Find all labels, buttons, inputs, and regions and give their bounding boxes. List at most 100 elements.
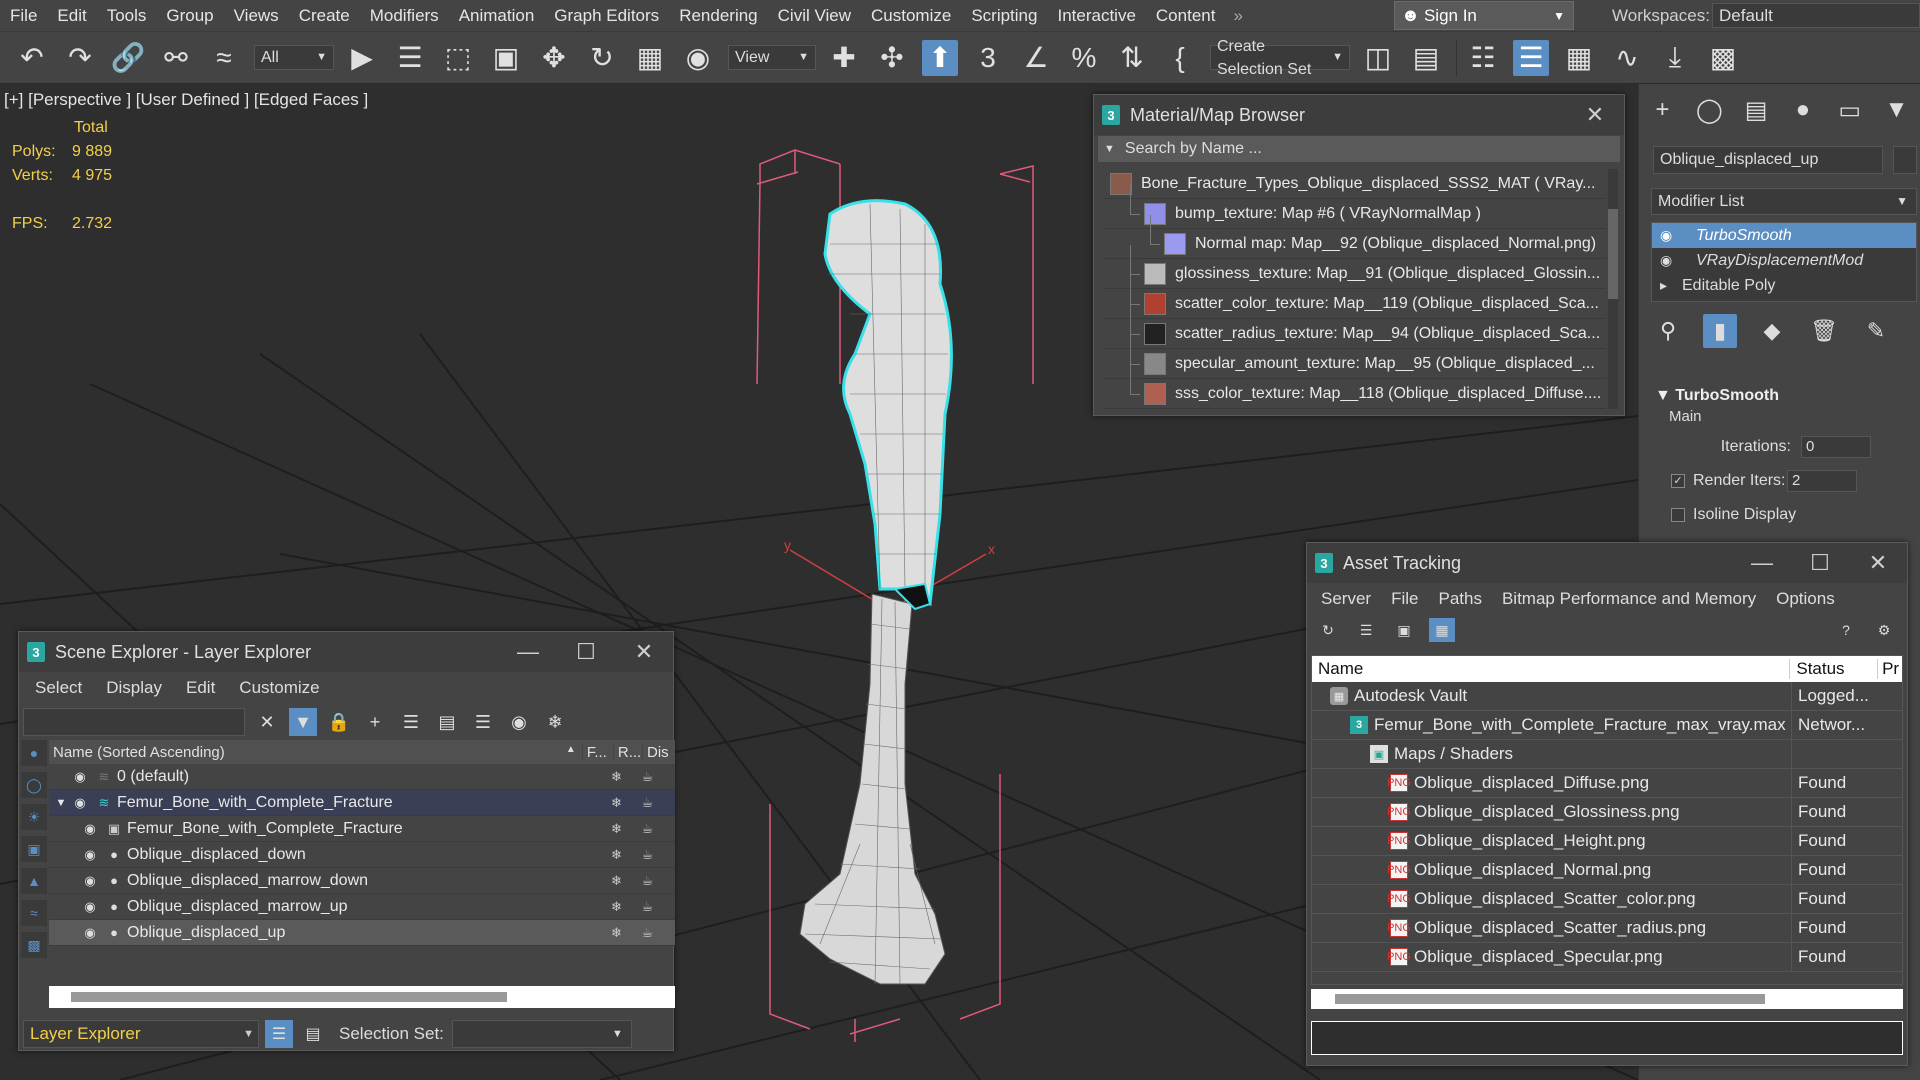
display-helpers-icon[interactable]: ▲ (21, 868, 47, 894)
angle-snap-icon[interactable]: ∠ (1018, 40, 1054, 76)
menu-group[interactable]: Group (156, 0, 223, 31)
align-icon[interactable]: ▤ (1408, 40, 1444, 76)
freeze-icon[interactable]: ❄ (601, 795, 632, 811)
mirror-icon[interactable]: ◫ (1360, 40, 1396, 76)
table-view-icon[interactable]: ▦ (1429, 618, 1455, 642)
redo-icon[interactable]: ↷ (62, 40, 98, 76)
asset-hscrollbar[interactable] (1311, 989, 1903, 1009)
close-icon[interactable]: ✕ (1566, 102, 1624, 128)
freeze-icon[interactable]: ❄ (601, 821, 632, 837)
freeze-icon[interactable]: ❄ (541, 708, 569, 736)
motion-tab-icon[interactable]: ● (1785, 94, 1820, 126)
material-tree-row[interactable]: scatter_color_texture: Map__119 (Oblique… (1104, 274, 1606, 319)
column-name[interactable]: Name (Sorted Ascending) ▲ (49, 744, 582, 761)
layer-mode-icon[interactable]: ☰ (265, 1020, 293, 1048)
link-icon[interactable]: 🔗 (110, 40, 146, 76)
explorer-menu-customize[interactable]: Customize (227, 678, 331, 698)
render-teapot-icon[interactable]: ☕ (632, 873, 663, 889)
display-cameras-icon[interactable]: ▣ (21, 836, 47, 862)
column-status[interactable]: Status (1790, 659, 1879, 679)
asset-menu-options[interactable]: Options (1766, 589, 1845, 609)
asset-row[interactable]: PNG Oblique_displaced_Glossiness.png Found (1312, 797, 1902, 827)
create-layer-icon[interactable]: + (361, 708, 389, 736)
material-tree-row[interactable]: Normal map: Map__92 (Oblique_displaced_N… (1104, 214, 1606, 259)
menu-civil-view[interactable]: Civil View (768, 0, 861, 31)
lock-icon[interactable]: 🔒 (325, 708, 353, 736)
render-iters-checkbox[interactable]: ✓ (1671, 474, 1685, 488)
column-name[interactable]: Name (1312, 659, 1791, 679)
scrollbar-thumb[interactable] (1608, 209, 1618, 299)
undo-icon[interactable]: ↶ (14, 40, 50, 76)
layer-row[interactable]: ◉ ● Oblique_displaced_down ❄ ☕ (49, 842, 675, 868)
freeze-icon[interactable]: ❄ (601, 899, 632, 915)
explorer-mode-dropdown[interactable]: Layer Explorer ▼ (23, 1020, 259, 1048)
display-geometry-icon[interactable]: ● (21, 740, 47, 766)
menu-rendering[interactable]: Rendering (669, 0, 767, 31)
close-icon[interactable]: ✕ (615, 639, 673, 665)
visibility-eye-icon[interactable]: ◉ (79, 873, 101, 889)
isoline-display-checkbox[interactable] (1671, 508, 1685, 522)
menu-graph-editors[interactable]: Graph Editors (544, 0, 669, 31)
layer-row[interactable]: ◉ ≋ 0 (default) ❄ ☕ (49, 764, 675, 790)
visibility-eye-icon[interactable]: ◉ (79, 847, 101, 863)
layer-row[interactable]: ◉ ● Oblique_displaced_marrow_up ❄ ☕ (49, 894, 675, 920)
visibility-eye-icon[interactable]: ◉ (69, 769, 91, 785)
menu-create[interactable]: Create (289, 0, 360, 31)
layer-row[interactable]: ◉ ● Oblique_displaced_up ❄ ☕ (49, 920, 675, 946)
render-teapot-icon[interactable]: ☕ (632, 899, 663, 915)
expand-icon[interactable]: ▸ (1660, 277, 1682, 294)
selection-set-dropdown[interactable]: Create Selection Set ▼ (1210, 38, 1350, 78)
scene-explorer-hscrollbar[interactable] (49, 986, 675, 1008)
ribbon-icon[interactable]: ▦ (1561, 40, 1597, 76)
turbosmooth-rollout-header[interactable]: ▼ TurboSmooth (1651, 384, 1917, 408)
remove-modifier-icon[interactable]: 🗑 (1807, 314, 1841, 348)
select-children-icon[interactable]: ▤ (433, 708, 461, 736)
visibility-eye-icon[interactable]: ◉ (79, 821, 101, 837)
manipulate-icon[interactable]: ✣ (874, 40, 910, 76)
rotate-icon[interactable]: ↻ (584, 40, 620, 76)
display-lights-icon[interactable]: ☀ (21, 804, 47, 830)
edit-named-selection-icon[interactable]: { (1162, 40, 1198, 76)
snap-toggle-icon[interactable]: 3 (970, 40, 1006, 76)
asset-row[interactable]: 3 Femur_Bone_with_Complete_Fracture_max_v… (1312, 710, 1902, 740)
pin-stack-icon[interactable]: ⚲ (1651, 314, 1685, 348)
scene-explorer-icon[interactable]: ☷ (1465, 40, 1501, 76)
help-icon[interactable]: ? (1833, 618, 1859, 642)
freeze-icon[interactable]: ❄ (601, 847, 632, 863)
selection-filter-dropdown[interactable]: All ▼ (254, 45, 334, 70)
viewport-label[interactable]: [+] [Perspective ] [User Defined ] [Edge… (4, 90, 368, 110)
menu-overflow-icon[interactable]: » (1225, 6, 1250, 26)
material-tree-row[interactable]: sss_color_texture: Map__118 (Oblique_dis… (1104, 364, 1606, 409)
visibility-eye-icon[interactable]: ◉ (69, 795, 91, 811)
scene-explorer-titlebar[interactable]: 3 Scene Explorer - Layer Explorer — ☐ ✕ (19, 632, 673, 672)
menu-animation[interactable]: Animation (449, 0, 545, 31)
asset-path-field[interactable] (1311, 1021, 1903, 1055)
add-to-layer-icon[interactable]: ☰ (397, 708, 425, 736)
material-browser-titlebar[interactable]: 3 Material/Map Browser ✕ (1094, 95, 1624, 135)
scrollbar-thumb[interactable] (1335, 994, 1765, 1004)
menu-views[interactable]: Views (224, 0, 289, 31)
menu-customize[interactable]: Customize (861, 0, 961, 31)
list-view-icon[interactable]: ☰ (1353, 618, 1379, 642)
asset-row[interactable]: ▣ Maps / Shaders (1312, 739, 1902, 769)
chevron-down-icon[interactable]: ▼ (1104, 143, 1115, 155)
create-tab-icon[interactable]: + (1645, 94, 1680, 126)
selection-set-dropdown[interactable]: ▼ (451, 1020, 632, 1048)
thumbnail-view-icon[interactable]: ▣ (1391, 618, 1417, 642)
render-iters-spinner[interactable]: 2 (1787, 470, 1857, 492)
menu-interactive[interactable]: Interactive (1047, 0, 1145, 31)
scale-icon[interactable]: ▦ (632, 40, 668, 76)
asset-row[interactable]: PNG Oblique_displaced_Scatter_radius.png F… (1312, 913, 1902, 943)
render-teapot-icon[interactable]: ☕ (632, 821, 663, 837)
keyboard-shortcut-override-icon[interactable]: ⬆ (922, 39, 958, 76)
display-groups-icon[interactable]: ▩ (21, 932, 47, 958)
column-frozen[interactable]: F... (581, 743, 613, 761)
hierarchy-mode-icon[interactable]: ▤ (299, 1020, 327, 1048)
menu-file[interactable]: File (0, 0, 47, 31)
material-editor-icon[interactable]: ▩ (1705, 40, 1741, 76)
layer-explorer-icon[interactable]: ☰ (1513, 39, 1549, 76)
hierarchy-tab-icon[interactable]: ▤ (1739, 94, 1774, 126)
column-display[interactable]: Dis (642, 743, 675, 761)
explorer-menu-select[interactable]: Select (23, 678, 94, 698)
move-icon[interactable]: ✥ (536, 40, 572, 76)
